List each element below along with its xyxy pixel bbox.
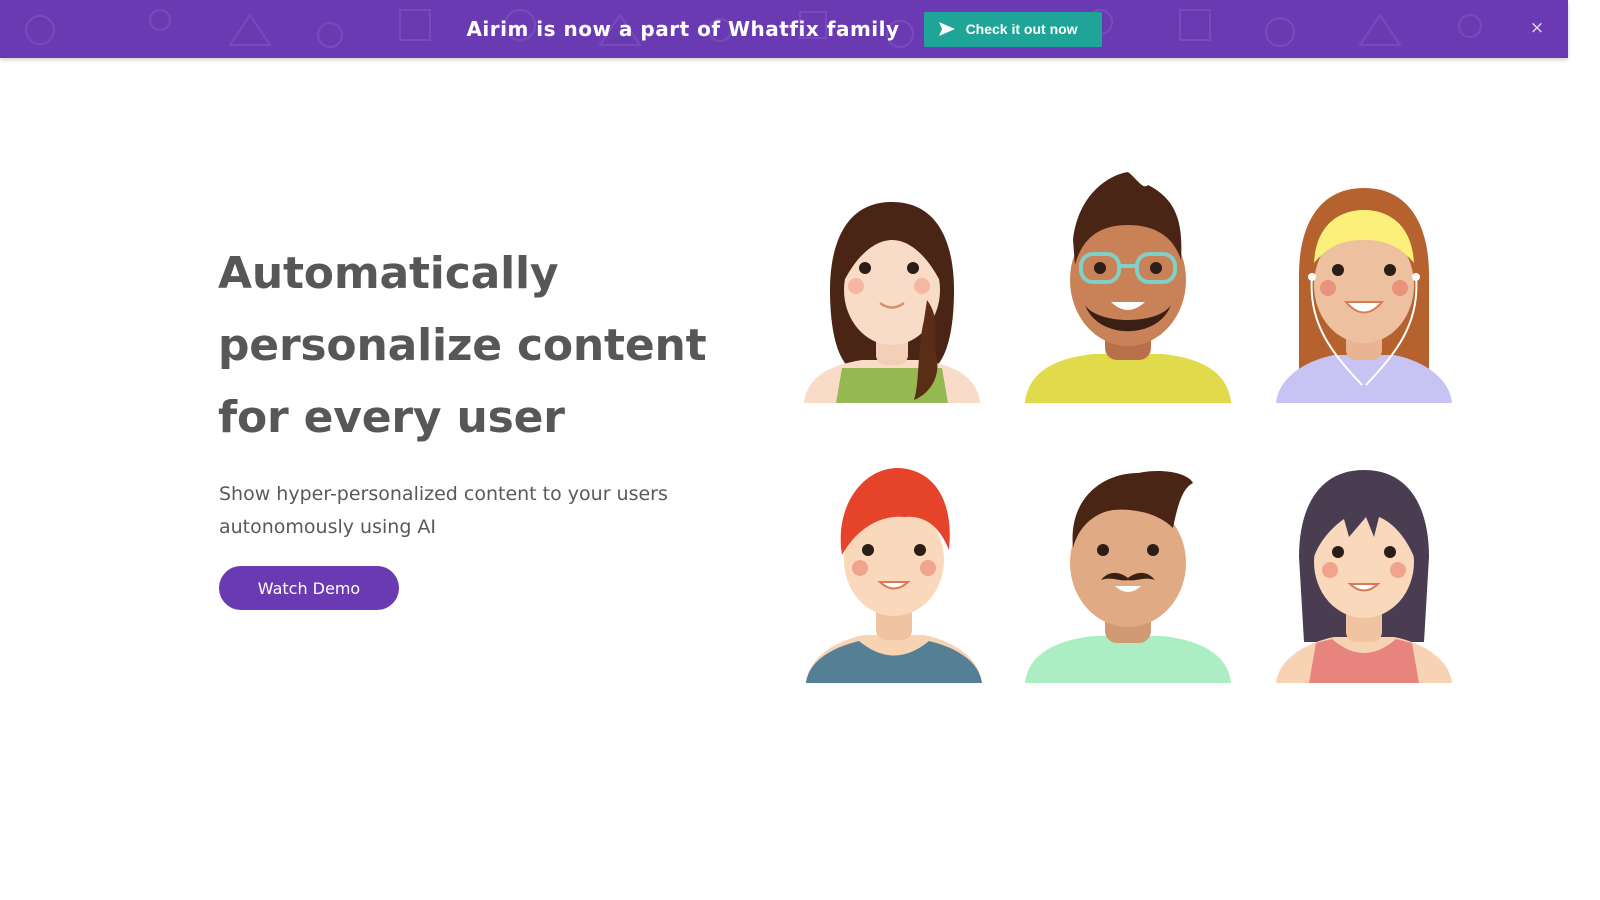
avatar-grid	[780, 160, 1480, 700]
send-arrow-icon	[938, 22, 955, 36]
avatar-woman-braid	[804, 202, 980, 403]
watch-demo-button[interactable]: Watch Demo	[219, 566, 399, 610]
avatar-woman-headband	[1276, 188, 1452, 403]
check-it-out-label: Check it out now	[965, 21, 1078, 37]
avatar-woman-red-hair	[806, 467, 982, 683]
watch-demo-label: Watch Demo	[257, 578, 361, 598]
close-icon[interactable]: ×	[1526, 17, 1548, 39]
avatar-man-mustache	[1025, 471, 1231, 683]
avatar-man-glasses	[1025, 172, 1231, 403]
avatar-woman-dark-hair	[1276, 470, 1452, 683]
hero-subtitle: Show hyper-personalized content to your …	[219, 483, 668, 538]
banner-message: Airim is now a part of Whatfix family	[466, 17, 900, 41]
check-it-out-button[interactable]: Check it out now	[923, 11, 1102, 47]
announcement-banner: Airim is now a part of Whatfix family Ch…	[0, 0, 1568, 58]
hero-title: Automatically personalize content for ev…	[218, 248, 707, 443]
